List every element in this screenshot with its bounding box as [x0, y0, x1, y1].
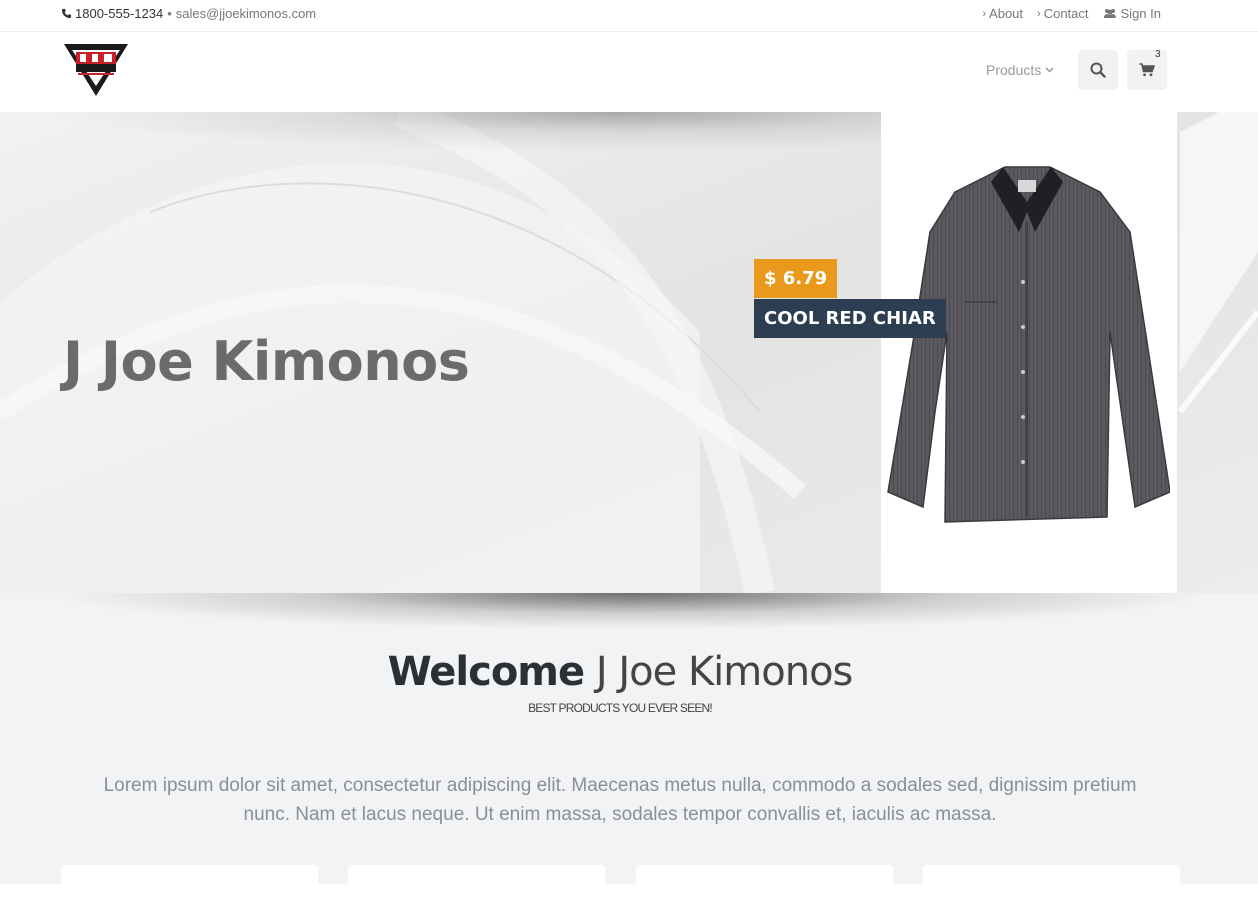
feature-card[interactable]	[636, 865, 893, 885]
about-label: About	[989, 6, 1024, 21]
search-button[interactable]	[1078, 50, 1118, 90]
price-tag: $ 6.79	[754, 259, 838, 298]
products-label: Products	[986, 62, 1042, 78]
email-address[interactable]: sales@jjoekimonos.com	[176, 6, 316, 21]
contact-info: 1800-555-1234 • sales@jjoekimonos.com	[61, 6, 316, 21]
users-icon	[1103, 9, 1116, 18]
products-menu[interactable]: Products	[986, 62, 1054, 78]
contact-label: Contact	[1043, 6, 1089, 21]
sign-in-link[interactable]: Sign In	[1103, 6, 1161, 21]
sign-in-label: Sign In	[1120, 6, 1161, 21]
feature-card[interactable]	[348, 865, 605, 885]
feature-card[interactable]	[61, 865, 318, 885]
chevron-right-icon: ›	[982, 7, 987, 20]
cart-count-badge: 3	[1155, 49, 1161, 60]
welcome-heading: Welcome J Joe Kimonos	[0, 649, 1240, 695]
chevron-down-icon	[1045, 67, 1054, 73]
page-bottom-edge	[0, 884, 1258, 908]
hero-bottom-shadow	[60, 593, 1200, 629]
shopping-cart-icon	[1139, 63, 1155, 77]
shirt-image[interactable]	[885, 162, 1170, 527]
product-name-label[interactable]: COOL RED CHIAR	[754, 299, 946, 338]
cart-button[interactable]	[1127, 50, 1167, 90]
welcome-heading-light: J Joe Kimonos	[595, 649, 854, 695]
jjk-logo[interactable]	[62, 42, 130, 98]
contact-separator: •	[167, 6, 172, 21]
contact-link[interactable]: › Contact	[1037, 6, 1088, 21]
feature-cards	[0, 865, 1258, 885]
main-header: Products 3	[0, 32, 1258, 112]
search-icon	[1090, 62, 1106, 78]
top-bar: 1800-555-1234 • sales@jjoekimonos.com › A…	[0, 0, 1258, 32]
chevron-right-icon: ›	[1037, 7, 1041, 20]
welcome-body-text: Lorem ipsum dolor sit amet, consectetur …	[103, 775, 1137, 825]
phone-number: 1800-555-1234	[75, 6, 164, 21]
welcome-subtitle: BEST PRODUCTS YOU EVER SEEN!	[528, 701, 713, 715]
hero-title: J Joe Kimonos	[63, 330, 470, 393]
hero-banner: J Joe Kimonos $ 6.79 COOL RED CHIAR	[0, 112, 1258, 593]
about-link[interactable]: › About	[982, 6, 1023, 21]
welcome-section: Welcome J Joe Kimonos BEST PRODUCTS YOU …	[0, 593, 1258, 908]
welcome-heading-bold: Welcome	[387, 649, 586, 695]
feature-card[interactable]	[923, 865, 1180, 885]
top-links: › About › Contact Sign In	[982, 6, 1161, 21]
phone-icon	[61, 8, 72, 19]
